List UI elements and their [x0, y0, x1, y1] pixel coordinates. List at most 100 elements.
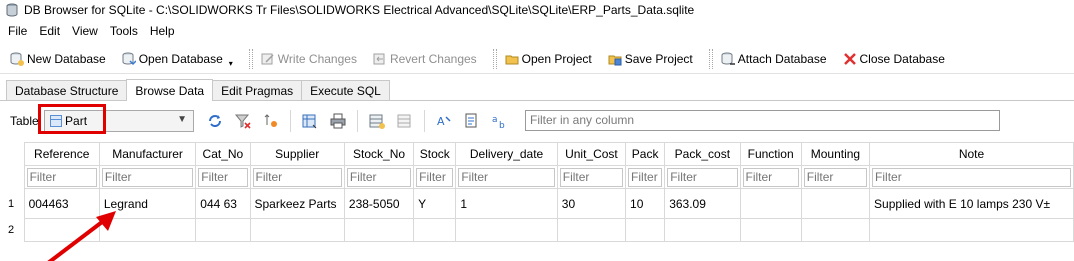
column-header[interactable]: Manufacturer [98, 142, 197, 166]
tab-database-structure[interactable]: Database Structure [6, 80, 128, 100]
open-database-button[interactable]: Open Database ▾ [118, 47, 239, 71]
svg-text:A: A [437, 115, 445, 128]
row-number[interactable]: 1 [6, 188, 25, 219]
column-filter-input[interactable] [742, 167, 799, 187]
table-cell[interactable] [413, 218, 457, 242]
table-cell[interactable]: 1 [455, 188, 558, 219]
open-database-dropdown-icon[interactable]: ▾ [229, 59, 233, 68]
table-cell[interactable]: 238-5050 [343, 188, 415, 219]
set-encoding-icon[interactable]: ab [491, 112, 509, 131]
open-project-button[interactable]: Open Project [501, 47, 598, 71]
database-icon [6, 3, 18, 17]
column-header[interactable]: Delivery_date [455, 142, 558, 166]
revert-changes-button[interactable]: Revert Changes [369, 47, 483, 71]
global-filter-input[interactable]: Filter in any column [525, 110, 1000, 131]
column-header[interactable]: Supplier [249, 142, 345, 166]
save-project-icon [608, 52, 622, 66]
toolbar-grip[interactable] [248, 48, 253, 69]
column-header[interactable]: Note [869, 142, 1074, 166]
column-filter-input[interactable] [667, 167, 738, 187]
attach-database-icon [721, 52, 735, 66]
menu-help[interactable]: Help [146, 24, 183, 38]
save-project-button[interactable]: Save Project [604, 47, 699, 71]
table-cell[interactable] [739, 188, 802, 219]
table-row[interactable]: 1 004463 Legrand 044 63 Sparkeez Parts 2… [6, 188, 1074, 219]
toolbar-separator [424, 110, 426, 132]
write-changes-label: Write Changes [277, 51, 357, 66]
column-header[interactable]: Pack_cost [664, 142, 741, 166]
menu-bar: File Edit View Tools Help [0, 21, 1074, 41]
table-cell[interactable] [455, 218, 558, 242]
find-replace-icon[interactable] [463, 112, 481, 130]
column-header[interactable]: Stock_No [343, 142, 415, 166]
delete-record-icon[interactable] [396, 112, 414, 130]
table-cell[interactable]: Sparkeez Parts [249, 188, 345, 219]
table-cell[interactable] [869, 218, 1074, 242]
column-filter-input[interactable] [559, 167, 624, 187]
table-cell[interactable] [625, 218, 666, 242]
toolbar-separator [357, 110, 359, 132]
column-filter-input[interactable] [101, 167, 194, 187]
column-header[interactable]: Cat_No [195, 142, 251, 166]
menu-file[interactable]: File [4, 24, 35, 38]
header-row: Reference Manufacturer Cat_No Supplier S… [6, 142, 1074, 166]
column-filter-input[interactable] [346, 167, 412, 187]
open-project-label: Open Project [521, 51, 592, 66]
table-cell[interactable] [664, 218, 741, 242]
row-number[interactable]: 2 [6, 218, 25, 242]
column-filter-input[interactable] [803, 167, 868, 187]
new-database-button[interactable]: New Database [6, 47, 112, 71]
find-icon[interactable]: A [435, 112, 453, 130]
save-table-icon[interactable] [301, 112, 319, 130]
menu-edit[interactable]: Edit [35, 24, 68, 38]
print-icon[interactable] [329, 112, 347, 130]
column-header[interactable]: Unit_Cost [556, 142, 627, 166]
column-filter-input[interactable] [458, 167, 555, 187]
table-cell[interactable] [739, 218, 802, 242]
table-cell[interactable]: Supplied with E 10 lamps 230 V± [869, 188, 1074, 219]
insert-record-icon[interactable] [368, 112, 386, 130]
revert-changes-label: Revert Changes [389, 51, 477, 66]
column-filter-input[interactable] [26, 167, 97, 187]
column-header[interactable]: Stock [413, 142, 457, 166]
column-filter-input[interactable] [628, 167, 663, 187]
table-cell[interactable] [556, 218, 627, 242]
table-cell[interactable]: 10 [625, 188, 666, 219]
clear-filters-icon[interactable] [234, 112, 252, 130]
table-cell[interactable] [249, 218, 345, 242]
column-filter-input[interactable] [872, 167, 1071, 187]
tab-browse-data[interactable]: Browse Data [126, 79, 214, 101]
clear-sorting-icon[interactable] [262, 112, 280, 130]
column-filter-input[interactable] [416, 167, 454, 187]
table-cell[interactable] [195, 218, 251, 242]
close-database-button[interactable]: Close Database [839, 47, 951, 71]
svg-text:b: b [499, 121, 505, 130]
toolbar-grip[interactable] [708, 48, 713, 69]
attach-database-button[interactable]: Attach Database [717, 47, 833, 71]
menu-view[interactable]: View [68, 24, 106, 38]
menu-tools[interactable]: Tools [106, 24, 146, 38]
data-grid: Reference Manufacturer Cat_No Supplier S… [6, 142, 1074, 242]
table-cell[interactable]: 30 [556, 188, 627, 219]
table-cell[interactable]: 044 63 [195, 188, 251, 219]
title-bar: DB Browser for SQLite - C:\SOLIDWORKS Tr… [0, 0, 1074, 20]
table-cell[interactable] [343, 218, 415, 242]
tab-execute-sql[interactable]: Execute SQL [301, 80, 390, 100]
toolbar-grip[interactable] [492, 48, 497, 69]
table-row[interactable]: 2 [6, 218, 1074, 242]
column-filter-input[interactable] [198, 167, 248, 187]
write-changes-button[interactable]: Write Changes [257, 47, 363, 71]
tab-edit-pragmas[interactable]: Edit Pragmas [212, 80, 303, 100]
column-header[interactable]: Pack [625, 142, 666, 166]
column-header[interactable]: Reference [23, 142, 100, 166]
table-cell[interactable] [800, 188, 871, 219]
svg-text:a: a [492, 115, 498, 125]
column-filter-input[interactable] [252, 167, 342, 187]
refresh-icon[interactable] [206, 112, 224, 130]
table-cell[interactable] [800, 218, 871, 242]
table-select-highlight [38, 104, 106, 134]
column-header[interactable]: Mounting [800, 142, 871, 166]
table-cell[interactable]: Y [413, 188, 457, 219]
column-header[interactable]: Function [739, 142, 802, 166]
table-cell[interactable]: 363.09 [664, 188, 741, 219]
